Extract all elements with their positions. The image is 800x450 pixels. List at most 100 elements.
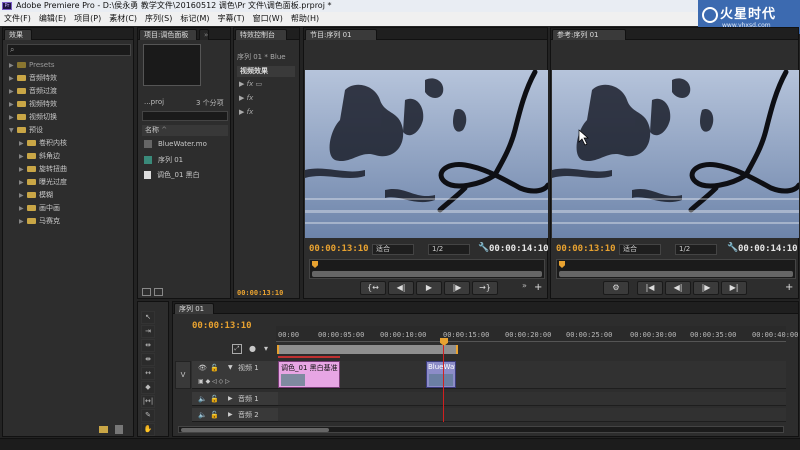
menu-clip[interactable]: 素材(C): [105, 12, 141, 26]
marker-icon[interactable]: ●: [249, 344, 256, 353]
wrench-icon[interactable]: 🔧: [727, 243, 738, 253]
menu-project[interactable]: 项目(P): [70, 12, 105, 26]
work-area-bar[interactable]: [277, 345, 458, 354]
playhead-marker-icon[interactable]: [312, 261, 318, 268]
ec-time-remap-row[interactable]: ▶ fx: [239, 108, 253, 116]
tree-item-audio-transitions[interactable]: ▶ 音频过渡: [9, 85, 57, 97]
tab-reference[interactable]: 参考:序列 01: [552, 29, 626, 40]
reference-mini-timeline[interactable]: [556, 259, 796, 279]
reference-quality-select[interactable]: 1/2: [675, 244, 717, 255]
zoom-scrollbar[interactable]: [559, 271, 793, 277]
playhead-marker-icon[interactable]: [559, 261, 565, 268]
tree-item-pip[interactable]: ▶ 画中画: [19, 202, 60, 214]
tree-item-video-effects[interactable]: ▶ 视频特效: [9, 98, 57, 110]
effects-search-input[interactable]: ⌕: [7, 44, 131, 56]
timeline-timecode[interactable]: 00:00:13:10: [192, 321, 252, 331]
add-button[interactable]: +: [534, 282, 542, 293]
new-bin-icon[interactable]: [99, 426, 108, 433]
rolling-edit-tool-icon[interactable]: ⇼: [141, 353, 155, 366]
reference-zoom-select[interactable]: 适合: [619, 244, 661, 255]
video-1-lane[interactable]: [278, 361, 786, 389]
video-track-target[interactable]: V: [175, 361, 191, 389]
set-marker-icon[interactable]: ▾: [264, 344, 268, 353]
speaker-icon[interactable]: 🔈: [198, 408, 207, 422]
program-timecode-current[interactable]: 00:00:13:10: [309, 244, 369, 254]
program-mini-timeline[interactable]: [309, 259, 545, 279]
menu-help[interactable]: 帮助(H): [287, 12, 323, 26]
scrollbar-thumb[interactable]: [181, 428, 329, 432]
tab-overflow[interactable]: »: [199, 29, 209, 40]
hand-tool-icon[interactable]: ✋: [141, 423, 155, 436]
ec-motion-row[interactable]: ▶ fx ▭: [239, 80, 262, 88]
slip-tool-icon[interactable]: |↔|: [141, 395, 155, 408]
list-view-icon[interactable]: [142, 288, 151, 296]
tree-item-bevel[interactable]: ▶ 斜角边: [19, 150, 60, 162]
tab-effects[interactable]: 效果: [4, 29, 32, 40]
ec-timecode[interactable]: 00:00:13:10: [237, 289, 283, 297]
tree-item-mosaic[interactable]: ▶ 马赛克: [19, 215, 60, 227]
expand-triangle-icon[interactable]: ▶: [228, 408, 233, 422]
menu-sequence[interactable]: 序列(S): [141, 12, 176, 26]
adjustment-clip[interactable]: 调色_01 黑白基准: [278, 361, 340, 388]
tree-item-video-transitions[interactable]: ▶ 视频切换: [9, 111, 57, 123]
expand-triangle-icon[interactable]: ▶: [228, 392, 233, 406]
track-select-tool-icon[interactable]: ⇥: [141, 325, 155, 338]
wrench-icon[interactable]: 🔧: [478, 243, 489, 253]
tab-project[interactable]: 项目:调色面板: [139, 29, 197, 40]
project-item-sequence[interactable]: 序列 01: [144, 155, 183, 165]
audio-1-lane[interactable]: [278, 392, 786, 406]
tree-item-solarize[interactable]: ▶ 曝光过度: [19, 176, 67, 188]
step-forward-button[interactable]: |▶: [693, 281, 719, 295]
tree-item-blur[interactable]: ▶ 模糊: [19, 189, 53, 201]
play-button[interactable]: ▶: [416, 281, 442, 295]
tab-sequence[interactable]: 序列 01: [174, 303, 214, 314]
speaker-icon[interactable]: 🔈: [198, 392, 207, 406]
playhead-line[interactable]: [443, 345, 444, 422]
tree-item-twirl[interactable]: ▶ 旋转扭曲: [19, 163, 67, 175]
go-out-button[interactable]: ▶|: [721, 281, 747, 295]
step-forward-button[interactable]: |▶: [444, 281, 470, 295]
zoom-scrollbar[interactable]: [312, 271, 542, 277]
name-column-header[interactable]: 名称 ^: [142, 125, 228, 136]
lock-icon[interactable]: 🔓: [210, 361, 219, 375]
razor-tool-icon[interactable]: ◆: [141, 381, 155, 394]
snap-icon[interactable]: ⤢: [232, 344, 242, 354]
go-in-button[interactable]: |◀: [637, 281, 663, 295]
add-button[interactable]: +: [785, 282, 793, 293]
menu-window[interactable]: 窗口(W): [249, 12, 287, 26]
ec-opacity-row[interactable]: ▶ fx: [239, 94, 253, 102]
eye-icon[interactable]: 👁: [198, 361, 207, 375]
project-item-adjustment[interactable]: 调色_01 黑白: [144, 170, 200, 180]
tree-item-presets[interactable]: ▶ Presets: [9, 59, 54, 71]
program-zoom-select[interactable]: 适合: [372, 244, 414, 255]
program-quality-select[interactable]: 1/2: [428, 244, 470, 255]
timeline-scrollbar[interactable]: [178, 426, 784, 433]
project-item-bluewater[interactable]: BlueWater.mo: [144, 140, 207, 148]
rate-stretch-tool-icon[interactable]: ↔: [141, 367, 155, 380]
selection-tool-icon[interactable]: ↖: [141, 311, 155, 324]
audio-2-lane[interactable]: [278, 408, 786, 422]
tree-item-audio-effects[interactable]: ▶ 音频特效: [9, 72, 57, 84]
collapse-triangle-icon[interactable]: ▼: [228, 361, 233, 375]
step-back-button[interactable]: ◀|: [388, 281, 414, 295]
lock-icon[interactable]: 🔓: [210, 392, 219, 406]
ripple-edit-tool-icon[interactable]: ⇹: [141, 339, 155, 352]
pen-tool-icon[interactable]: ✎: [141, 409, 155, 422]
menu-edit[interactable]: 编辑(E): [35, 12, 70, 26]
gang-to-program-button[interactable]: ⚙: [603, 281, 629, 295]
tab-effect-controls[interactable]: 特效控制台: [235, 29, 287, 40]
tree-item-presets-cn[interactable]: ▼ 预设: [9, 124, 43, 136]
bluewater-clip[interactable]: BlueWat: [426, 361, 456, 388]
reference-timecode-current[interactable]: 00:00:13:10: [556, 244, 616, 254]
expand-icon[interactable]: »: [522, 281, 527, 290]
mark-in-out-button[interactable]: {↔: [360, 281, 386, 295]
icon-view-icon[interactable]: [154, 288, 163, 296]
menu-file[interactable]: 文件(F): [0, 12, 35, 26]
keyframe-controls[interactable]: ▣ ◆ ◁ ◇ ▷: [198, 375, 230, 389]
delete-icon[interactable]: [115, 425, 123, 434]
go-out-button[interactable]: →}: [472, 281, 498, 295]
menu-title[interactable]: 字幕(T): [214, 12, 249, 26]
menu-marker[interactable]: 标记(M): [176, 12, 213, 26]
tree-item-convolution[interactable]: ▶ 卷积内核: [19, 137, 67, 149]
tab-program[interactable]: 节目:序列 01: [305, 29, 377, 40]
